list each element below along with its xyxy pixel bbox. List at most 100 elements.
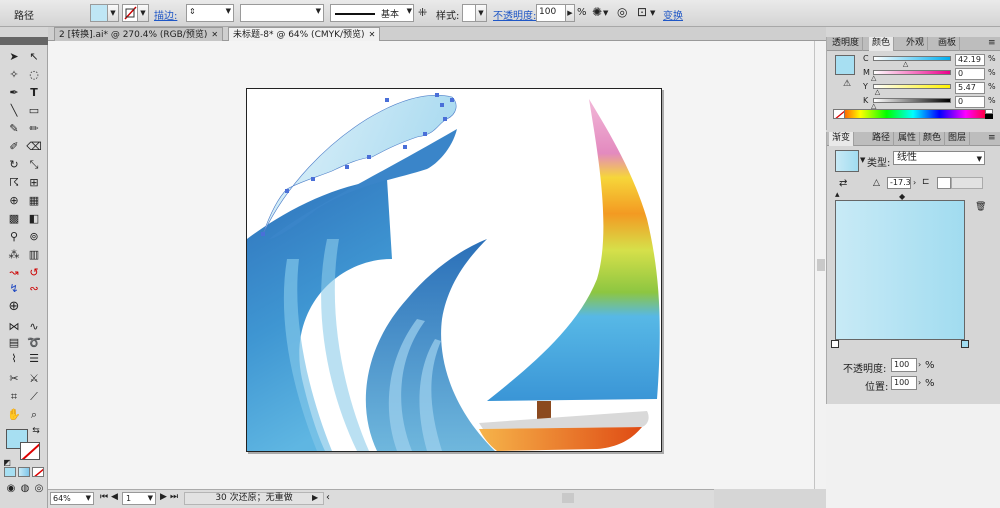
mesh-tool-icon[interactable]: ▩: [5, 211, 23, 226]
custom-wave-icon[interactable]: ∾: [25, 281, 43, 296]
status-menu-icon[interactable]: ▶: [312, 493, 318, 502]
black-swatch[interactable]: [985, 114, 993, 119]
tab-attributes[interactable]: 属性: [895, 132, 921, 146]
canvas-workspace[interactable]: [48, 41, 814, 489]
channel-value-k[interactable]: 0: [955, 96, 985, 108]
eraser-icon[interactable]: ⌫: [25, 139, 43, 154]
swap-colors-icon[interactable]: ⇆: [29, 424, 43, 436]
recolor-icon[interactable]: ✺: [592, 5, 602, 19]
transform-link[interactable]: 变换: [663, 7, 683, 22]
channel-value-y[interactable]: 5.47: [955, 82, 985, 94]
first-artboard-icon[interactable]: ⏮: [100, 492, 108, 502]
color-mode-button[interactable]: [4, 467, 16, 477]
vertical-scrollbar[interactable]: [814, 41, 826, 489]
slice-select-icon[interactable]: ⟋: [25, 389, 43, 404]
grid-shape-icon[interactable]: ▤: [5, 335, 23, 350]
tab-gradient[interactable]: 渐变: [829, 132, 855, 146]
free-transform-icon[interactable]: ⊞: [25, 175, 43, 190]
custom-pen-icon-2[interactable]: ↺: [25, 265, 43, 280]
tab-document-1[interactable]: 2 [转换].ai* @ 270.4% (RGB/预览) ✕: [54, 27, 224, 41]
style-dropdown[interactable]: ▼: [475, 4, 487, 22]
reverse-gradient-icon[interactable]: ⇄: [839, 178, 847, 189]
isolate-icon[interactable]: ◎: [617, 5, 627, 19]
aspect-ratio-input[interactable]: [937, 177, 951, 189]
horizontal-scroll-thumb[interactable]: [562, 493, 574, 503]
channel-slider-thumb[interactable]: △: [903, 60, 908, 68]
list-shape-icon[interactable]: ☰: [25, 351, 43, 366]
direct-selection-tool-icon[interactable]: ↖: [25, 49, 43, 64]
gradient-stop-end[interactable]: [961, 340, 969, 348]
rectangle-tool-icon[interactable]: ▭: [25, 103, 43, 118]
stroke-link[interactable]: 描边:: [154, 7, 177, 22]
prev-artboard-icon[interactable]: ◀: [111, 492, 118, 502]
select-similar-dropdown-icon[interactable]: ▼: [650, 9, 655, 17]
crosshair-tool-icon[interactable]: ⊕: [5, 299, 23, 314]
opacity-link[interactable]: 不透明度:: [493, 7, 536, 22]
blend-tool-icon[interactable]: ⊚: [25, 229, 43, 244]
shape-builder-icon[interactable]: ⊕: [5, 193, 23, 208]
align-grid-icon[interactable]: ⁜: [418, 6, 427, 19]
stroke-weight-field[interactable]: ⇕ ▼: [186, 4, 234, 22]
artwork-illustration[interactable]: [247, 89, 661, 451]
gradient-thumbnail[interactable]: [835, 150, 859, 172]
stroke-dropdown[interactable]: ▼: [137, 4, 149, 22]
scale-tool-icon[interactable]: ⤡: [25, 157, 43, 172]
angle-input[interactable]: -17.3: [887, 177, 911, 189]
default-colors-icon[interactable]: ◩: [2, 455, 12, 467]
color-spectrum[interactable]: [833, 109, 993, 119]
stop-opacity-arrow[interactable]: ›: [918, 360, 921, 369]
stroke-swatch[interactable]: [122, 4, 138, 22]
gradient-type-select[interactable]: 线性 ▼: [893, 151, 985, 165]
gradient-preview[interactable]: [835, 200, 965, 340]
angle-dropdown-icon[interactable]: ›: [913, 178, 916, 187]
wave-shape-icon[interactable]: ∿: [25, 319, 43, 334]
draw-inside-icon[interactable]: ◎: [30, 481, 48, 496]
out-of-gamut-icon[interactable]: ⚠: [843, 79, 851, 89]
artboard-tool-icon[interactable]: ⌗: [5, 389, 23, 404]
column-graph-icon[interactable]: ▥: [25, 247, 43, 262]
hand-tool-icon[interactable]: ✋: [5, 407, 23, 422]
variable-width-profile[interactable]: ▼: [240, 4, 324, 22]
panel-menu-icon[interactable]: ≡: [985, 132, 999, 146]
knife-tool-icon[interactable]: ⚔: [25, 371, 43, 386]
select-similar-icon[interactable]: ⊡: [637, 5, 647, 19]
gradient-annotator-icon[interactable]: ▴: [835, 190, 840, 200]
tools-panel-header[interactable]: [0, 37, 48, 45]
style-swatch[interactable]: [462, 4, 476, 22]
status-message[interactable]: 30 次还原；无重做: [184, 492, 324, 505]
channel-slider-thumb[interactable]: △: [871, 74, 876, 82]
channel-slider-m[interactable]: [873, 70, 951, 75]
artboard-select[interactable]: 1 ▼: [122, 492, 156, 505]
rotate-tool-icon[interactable]: ↻: [5, 157, 23, 172]
pen-tool-icon[interactable]: ✒: [5, 85, 23, 100]
eyedropper-icon[interactable]: ⚲: [5, 229, 23, 244]
stop-location-input[interactable]: 100: [891, 376, 917, 390]
panel-menu-icon[interactable]: ≡: [985, 37, 999, 51]
gradient-stop-start[interactable]: [831, 340, 839, 348]
tab-appearance[interactable]: 外观: [903, 37, 929, 51]
tab-pathfinder[interactable]: 路径: [869, 132, 895, 146]
opacity-input[interactable]: 100: [536, 4, 566, 22]
blob-brush-icon[interactable]: ✐: [5, 139, 23, 154]
none-mode-button[interactable]: [32, 467, 44, 477]
brush-definition[interactable]: 基本 ▼: [330, 4, 414, 22]
tab-document-2[interactable]: 未标题-8* @ 64% (CMYK/预览) ✕: [228, 27, 381, 41]
artboard[interactable]: [246, 88, 662, 452]
type-tool-icon[interactable]: T: [25, 85, 43, 100]
channel-slider-c[interactable]: [873, 56, 951, 61]
envelope-icon[interactable]: ⋈: [5, 319, 23, 334]
tab-color[interactable]: 颜色: [869, 37, 895, 51]
midpoint-diamond-icon[interactable]: ◆: [899, 192, 905, 201]
scroll-left-icon[interactable]: ‹: [326, 492, 330, 503]
pencil-icon[interactable]: ✏: [25, 121, 43, 136]
zoom-select[interactable]: 64% ▼: [50, 492, 94, 505]
stepper-icon[interactable]: ⇕: [189, 7, 196, 16]
stop-location-arrow[interactable]: ›: [918, 378, 921, 387]
twirl-icon[interactable]: ➰: [25, 335, 43, 350]
recolor-dropdown-icon[interactable]: ▼: [603, 9, 608, 17]
vertical-scroll-thumb[interactable]: [817, 259, 825, 271]
tab-layers[interactable]: 图层: [945, 132, 971, 146]
paintbrush-icon[interactable]: ✎: [5, 121, 23, 136]
fill-dropdown[interactable]: ▼: [107, 4, 119, 22]
line-tool-icon[interactable]: ╲: [5, 103, 23, 118]
